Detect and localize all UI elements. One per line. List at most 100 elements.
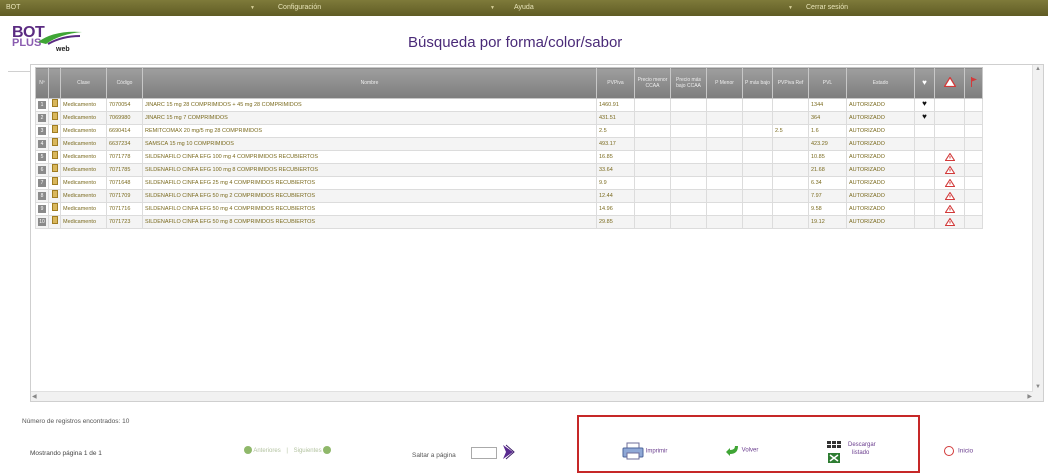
col-header-precio-menor[interactable]: Precio menor CCAA [634, 67, 671, 99]
col-header-nombre[interactable]: Nombre [142, 67, 597, 99]
cell-precio-bajo [670, 176, 707, 190]
cell-codigo: 6637234 [106, 137, 143, 151]
vertical-scrollbar[interactable]: ▲ ▼ [1032, 65, 1043, 401]
document-icon[interactable] [51, 216, 58, 224]
logo-text-web: web [56, 46, 70, 53]
col-header-pvpiva[interactable]: PVPiva [596, 67, 635, 99]
next-label: Siguientes [293, 447, 322, 454]
home-button[interactable]: Inicio [944, 446, 973, 456]
cell-pvpiva: 9.9 [596, 176, 635, 190]
table-header-row: Nº Clase Código Nombre PVPiva Precio men… [35, 67, 983, 99]
print-button[interactable]: Imprimir [622, 442, 667, 460]
col-header-clase[interactable]: Clase [60, 67, 107, 99]
scroll-right-icon[interactable]: ▶ [1027, 393, 1032, 400]
col-header-heart[interactable]: ♥ [914, 67, 935, 99]
cell-precio-menor [634, 150, 671, 164]
scroll-left-icon[interactable]: ◀ [32, 393, 37, 400]
cell-p-menor [706, 176, 743, 190]
table-cell [934, 215, 965, 229]
table-row[interactable]: 4 Medicamento 6637234 SAMSCA 15 mg 10 COMPR… [35, 137, 983, 151]
cell-clase: Medicamento [60, 124, 107, 138]
cell-nombre[interactable]: SILDENAFILO CINFA EFG 50 mg 8 COMPRIMIDO… [142, 215, 597, 229]
table-cell [964, 202, 983, 216]
botplus-logo[interactable]: BOT PLUS web [12, 24, 102, 56]
cell-pvpiva: 29.85 [596, 215, 635, 229]
col-header-pvl[interactable]: PVL [808, 67, 847, 99]
col-header-p-bajo[interactable]: P más bajo [742, 67, 773, 99]
table-row[interactable]: 3 Medicamento 6690414 REMITCOMAX 20 mg/5 mg… [35, 124, 983, 138]
cell-nombre[interactable]: REMITCOMAX 20 mg/5 mg 28 COMPRIMIDOS [142, 124, 597, 138]
scroll-down-icon[interactable]: ▼ [1035, 384, 1041, 390]
table-row[interactable]: 5 Medicamento 7071778 SILDENAFILO CINFA EFG… [35, 150, 983, 164]
document-icon[interactable] [51, 190, 58, 198]
table-cell [964, 98, 983, 112]
home-label: Inicio [958, 447, 974, 455]
document-icon[interactable] [51, 125, 58, 133]
cell-nombre[interactable]: SILDENAFILO CINFA EFG 25 mg 4 COMPRIMIDO… [142, 176, 597, 190]
table-row[interactable]: 10 Medicamento 7071723 SILDENAFILO CINFA EF… [35, 215, 983, 229]
row-number: 5 [38, 152, 46, 161]
cell-pvl: 21.68 [808, 163, 847, 177]
back-button[interactable]: Volver [726, 443, 758, 457]
cell-estado: AUTORIZADO [846, 98, 915, 112]
table-cell: 9 [35, 202, 49, 216]
scroll-up-icon[interactable]: ▲ [1035, 66, 1041, 72]
table-row[interactable]: 6 Medicamento 7071785 SILDENAFILO CINFA EFG… [35, 163, 983, 177]
col-header-codigo[interactable]: Código [106, 67, 143, 99]
cell-nombre[interactable]: SILDENAFILO CINFA EFG 50 mg 4 COMPRIMIDO… [142, 202, 597, 216]
menu-ayuda[interactable]: Ayuda [514, 4, 534, 11]
header: BOT PLUS web Búsqueda por forma/color/sa… [0, 16, 1048, 72]
next-page-button[interactable]: Siguientes [293, 446, 332, 454]
document-icon[interactable] [51, 112, 58, 120]
horizontal-scrollbar[interactable]: ◀ ▶ [31, 391, 1033, 401]
cell-p-menor [706, 98, 743, 112]
table-row[interactable]: 7 Medicamento 7071648 SILDENAFILO CINFA EFG… [35, 176, 983, 190]
cell-nombre[interactable]: SILDENAFILO CINFA EFG 100 mg 4 COMPRIMID… [142, 150, 597, 164]
cell-pvpiva-ref [772, 98, 809, 112]
col-header-num[interactable]: Nº [35, 67, 49, 99]
table-row[interactable]: 2 Medicamento 7069980 JINARC 15 mg 7 COMPRI… [35, 111, 983, 125]
cell-nombre[interactable]: SAMSCA 15 mg 10 COMPRIMIDOS [142, 137, 597, 151]
goto-page-input[interactable] [471, 447, 497, 459]
cell-nombre[interactable]: SILDENAFILO CINFA EFG 50 mg 2 COMPRIMIDO… [142, 189, 597, 203]
table-cell [964, 189, 983, 203]
col-header-pvpiva-ref[interactable]: PVPiva Ref [772, 67, 809, 99]
cell-pvpiva: 14.96 [596, 202, 635, 216]
col-header-precio-bajo[interactable]: Precio más bajo CCAA [670, 67, 707, 99]
col-header-p-menor[interactable]: P Menor [706, 67, 743, 99]
col-header-warning[interactable] [934, 67, 965, 99]
cell-estado: AUTORIZADO [846, 215, 915, 229]
cell-precio-menor [634, 124, 671, 138]
cell-nombre[interactable]: SILDENAFILO CINFA EFG 100 mg 8 COMPRIMID… [142, 163, 597, 177]
cell-nombre[interactable]: JINARC 15 mg 28 COMPRIMIDOS + 45 mg 28 C… [142, 98, 597, 112]
table-cell [48, 215, 61, 229]
table-cell [934, 163, 965, 177]
cell-pvl: 423.29 [808, 137, 847, 151]
cell-pvpiva-ref [772, 215, 809, 229]
heart-icon: ♥ [922, 78, 927, 87]
results-grid-frame: Nº Clase Código Nombre PVPiva Precio men… [30, 64, 1044, 402]
prev-page-button[interactable]: Anteriores [244, 446, 281, 454]
document-icon[interactable] [51, 138, 58, 146]
cell-estado: AUTORIZADO [846, 189, 915, 203]
table-row[interactable]: 1 Medicamento 7070054 JINARC 15 mg 28 COMPR… [35, 98, 983, 112]
cell-precio-bajo [670, 98, 707, 112]
document-icon[interactable] [51, 151, 58, 159]
home-icon [944, 446, 954, 456]
document-icon[interactable] [51, 99, 58, 107]
document-icon[interactable] [51, 177, 58, 185]
col-header-estado[interactable]: Estado [846, 67, 915, 99]
table-cell [914, 163, 935, 177]
col-header-flag[interactable] [964, 67, 983, 99]
cell-clase: Medicamento [60, 163, 107, 177]
cell-pvpiva: 2.5 [596, 124, 635, 138]
menu-configuracion[interactable]: Configuración [278, 4, 321, 11]
document-icon[interactable] [51, 164, 58, 172]
menu-cerrar-sesion[interactable]: Cerrar sesión [806, 4, 848, 11]
goto-page-arrow-icon[interactable] [501, 444, 515, 460]
table-row[interactable]: 8 Medicamento 7071709 SILDENAFILO CINFA EFG… [35, 189, 983, 203]
cell-nombre[interactable]: JINARC 15 mg 7 COMPRIMIDOS [142, 111, 597, 125]
table-row[interactable]: 9 Medicamento 7071716 SILDENAFILO CINFA EFG… [35, 202, 983, 216]
cell-p-bajo [742, 215, 773, 229]
document-icon[interactable] [51, 203, 58, 211]
